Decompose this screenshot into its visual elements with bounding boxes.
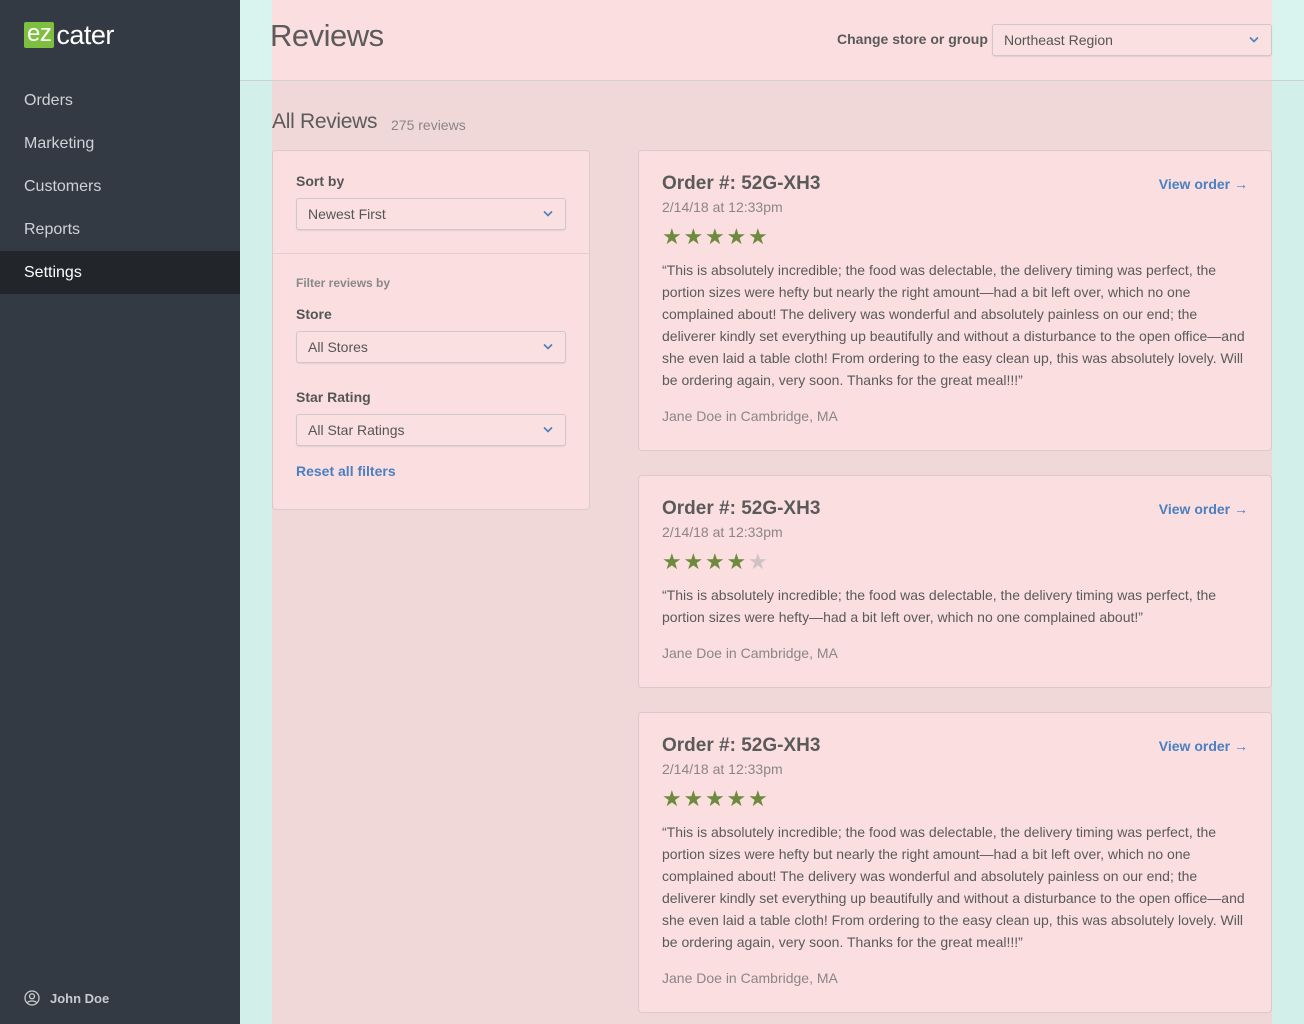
star-filled-icon: ★ bbox=[726, 786, 747, 811]
sidebar-item-settings[interactable]: Settings bbox=[0, 251, 240, 294]
sidebar-item-customers[interactable]: Customers bbox=[0, 165, 240, 208]
filter-heading: Filter reviews by bbox=[296, 276, 391, 290]
star-rating: ★ ★ ★ ★ ★ bbox=[662, 551, 770, 573]
filter-panel: Sort by Newest First Filter reviews by S… bbox=[272, 150, 590, 510]
review-text: “This is absolutely incredible; the food… bbox=[662, 262, 1245, 388]
review-author: Jane Doe in Cambridge, MA bbox=[662, 645, 838, 661]
section-title: All Reviews bbox=[272, 110, 378, 133]
rating-filter-value: All Star Ratings bbox=[308, 422, 405, 438]
store-filter-value: All Stores bbox=[308, 339, 368, 355]
review-author: Jane Doe in Cambridge, MA bbox=[662, 970, 838, 986]
star-filled-icon: ★ bbox=[705, 549, 725, 574]
chevron-down-icon bbox=[543, 426, 553, 433]
sidebar-nav: Orders Marketing Customers Reports Setti… bbox=[0, 79, 240, 294]
store-filter-select[interactable]: All Stores bbox=[296, 331, 566, 363]
user-icon bbox=[24, 990, 40, 1006]
order-number: Order #: 52G-XH3 bbox=[662, 498, 821, 519]
chevron-down-icon bbox=[543, 343, 553, 350]
star-filled-icon: ★ bbox=[748, 224, 768, 249]
logo-cater: cater bbox=[56, 20, 114, 50]
review-text: “This is absolutely incredible; the food… bbox=[662, 587, 1217, 625]
review-card: Order #: 52G-XH3 View order → 2/14/18 at… bbox=[638, 475, 1272, 688]
page-title: Reviews bbox=[270, 18, 384, 53]
chevron-down-icon bbox=[1249, 36, 1259, 43]
review-card: Order #: 52G-XH3 View order → 2/14/18 at… bbox=[638, 712, 1272, 1013]
star-filled-icon: ★ bbox=[705, 786, 725, 811]
rating-filter-label: Star Rating bbox=[296, 389, 371, 405]
view-order-link[interactable]: View order → bbox=[1159, 738, 1248, 754]
rating-filter-select[interactable]: All Star Ratings bbox=[296, 414, 566, 446]
star-empty-icon: ★ bbox=[748, 549, 768, 574]
review-date: 2/14/18 at 12:33pm bbox=[662, 761, 783, 777]
star-rating: ★ ★ ★ ★ ★ bbox=[662, 788, 770, 810]
store-group-select[interactable]: Northeast Region bbox=[992, 24, 1272, 56]
star-filled-icon: ★ bbox=[748, 786, 768, 811]
ezcater-logo[interactable]: ez cater bbox=[24, 20, 114, 50]
sort-select[interactable]: Newest First bbox=[296, 198, 566, 230]
store-group-label: Change store or group bbox=[837, 31, 988, 47]
logo-ez: ez bbox=[24, 22, 55, 48]
reset-filters-link[interactable]: Reset all filters bbox=[296, 463, 396, 479]
user-name: John Doe bbox=[50, 990, 110, 1006]
review-count: 275 reviews bbox=[391, 117, 466, 133]
review-date: 2/14/18 at 12:33pm bbox=[662, 199, 783, 215]
user-menu[interactable]: John Doe bbox=[24, 990, 109, 1006]
order-number: Order #: 52G-XH3 bbox=[662, 173, 821, 194]
sidebar-item-reports[interactable]: Reports bbox=[0, 208, 240, 251]
sidebar: ez cater Orders Marketing Customers Repo… bbox=[0, 0, 240, 1024]
star-filled-icon: ★ bbox=[726, 549, 747, 574]
chevron-down-icon bbox=[543, 210, 553, 217]
sort-value: Newest First bbox=[308, 206, 386, 222]
star-filled-icon: ★ bbox=[726, 224, 747, 249]
review-date: 2/14/18 at 12:33pm bbox=[662, 524, 783, 540]
view-order-link[interactable]: View order → bbox=[1159, 501, 1248, 517]
store-filter-label: Store bbox=[296, 306, 332, 322]
star-filled-icon: ★ bbox=[683, 786, 704, 811]
sidebar-item-orders[interactable]: Orders bbox=[0, 79, 240, 122]
sidebar-item-marketing[interactable]: Marketing bbox=[0, 122, 240, 165]
star-rating: ★ ★ ★ ★ ★ bbox=[662, 226, 770, 248]
order-number: Order #: 52G-XH3 bbox=[662, 735, 821, 756]
star-filled-icon: ★ bbox=[683, 549, 704, 574]
sort-label: Sort by bbox=[296, 173, 345, 189]
star-filled-icon: ★ bbox=[662, 549, 682, 574]
view-order-link[interactable]: View order → bbox=[1159, 176, 1248, 192]
star-filled-icon: ★ bbox=[683, 224, 704, 249]
star-filled-icon: ★ bbox=[662, 224, 682, 249]
star-filled-icon: ★ bbox=[662, 786, 682, 811]
review-text: “This is absolutely incredible; the food… bbox=[662, 824, 1245, 950]
review-author: Jane Doe in Cambridge, MA bbox=[662, 408, 838, 424]
store-group-value: Northeast Region bbox=[1004, 32, 1113, 48]
filter-divider bbox=[273, 253, 589, 254]
review-card: Order #: 52G-XH3 View order → 2/14/18 at… bbox=[638, 150, 1272, 451]
star-filled-icon: ★ bbox=[705, 224, 725, 249]
page-header: Reviews Change store or group Northeast … bbox=[240, 0, 1304, 81]
